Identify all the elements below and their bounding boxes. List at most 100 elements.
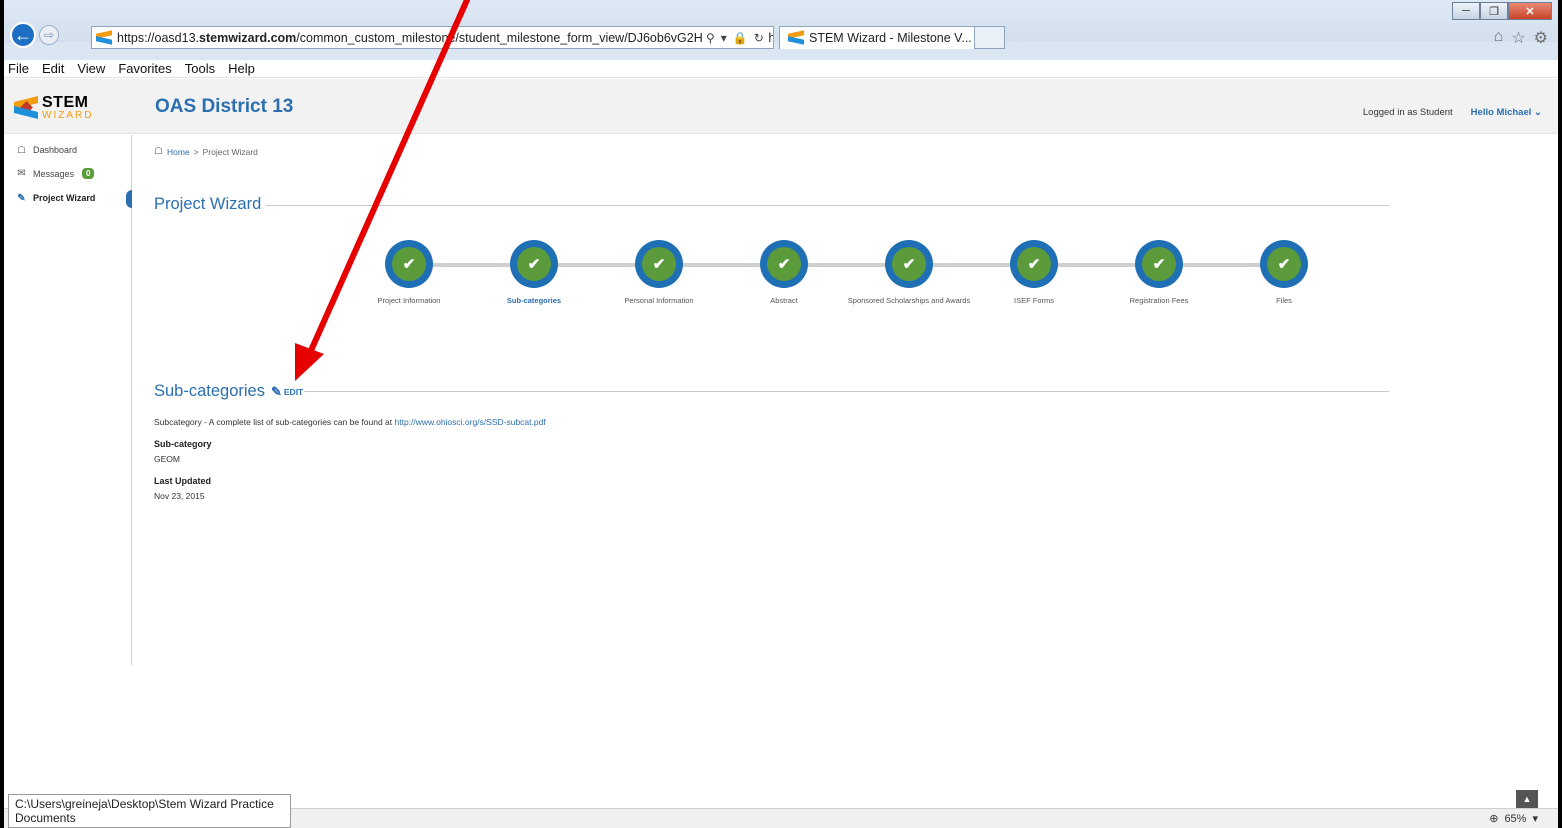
step-label: Files <box>1276 296 1292 305</box>
step-project-information[interactable]: ✔ Project Information <box>344 240 474 306</box>
envelope-icon: ✉ <box>17 168 26 179</box>
section-title-text: Sub-categories <box>154 382 265 400</box>
user-menu[interactable]: Hello Michael ⌄ <box>1471 107 1542 118</box>
step-sub-categories[interactable]: ✔ Sub-categories <box>469 240 599 306</box>
step-sponsored-scholarships[interactable]: ✔ Sponsored Scholarships and Awards <box>844 240 974 306</box>
lock-icon[interactable]: 🔒 <box>733 31 748 45</box>
app-header: STEM WIZARD OAS District 13 Logged in as… <box>4 79 1558 134</box>
sidebar-item-label: Dashboard <box>33 145 78 155</box>
logo-text-bottom: WIZARD <box>42 110 94 121</box>
refresh-icon[interactable]: ↻ <box>754 31 764 45</box>
menu-tools[interactable]: Tools <box>185 61 215 76</box>
message-count-badge: 0 <box>82 168 95 179</box>
restore-button[interactable]: ❐ <box>1480 2 1508 20</box>
page-title: OAS District 13 <box>155 96 294 117</box>
menu-file[interactable]: File <box>8 61 29 76</box>
browser-toolbar-icons: ⌂ ☆ ⚙ <box>1494 28 1548 48</box>
check-icon: ✔ <box>392 247 426 281</box>
close-window-button[interactable]: ✕ <box>1508 2 1552 20</box>
step-label: Project Information <box>377 296 441 305</box>
check-icon: ✔ <box>517 247 551 281</box>
step-isef-forms[interactable]: ✔ ISEF Forms <box>969 240 1099 306</box>
breadcrumb-separator: > <box>193 146 199 157</box>
check-icon: ✔ <box>892 247 926 281</box>
back-arrow-icon: ← <box>14 24 32 45</box>
edit-label: EDIT <box>283 386 304 397</box>
site-favicon-icon <box>96 31 112 45</box>
wizard-title-text: Project Wizard <box>154 195 262 213</box>
user-greeting: Hello Michael <box>1470 107 1532 118</box>
home-icon: ☖ <box>17 144 26 156</box>
step-personal-information[interactable]: ✔ Personal Information <box>594 240 724 306</box>
description-text: Subcategory - A complete list of sub-cat… <box>154 417 395 427</box>
step-label: Sub-categories <box>506 296 562 305</box>
logo-text-top: STEM <box>42 94 89 111</box>
sub-category-description: Subcategory - A complete list of sub-cat… <box>154 417 546 427</box>
address-bar[interactable]: https://oasd13. stemwizard.com/common_cus… <box>91 26 774 49</box>
step-abstract[interactable]: ✔ Abstract <box>719 240 849 306</box>
check-icon: ✔ <box>642 247 676 281</box>
wizard-title-divider <box>266 205 1389 206</box>
menu-edit[interactable]: Edit <box>42 61 64 76</box>
check-icon: ✔ <box>1017 247 1051 281</box>
logo-mark-icon <box>14 97 38 119</box>
home-icon: ☖ <box>154 146 163 157</box>
field-value-sub-category: GEOM <box>154 454 180 464</box>
tab-favicon-icon <box>788 31 804 45</box>
breadcrumb-home-link[interactable]: Home <box>167 147 190 157</box>
window-controls: ─ ❐ ✕ <box>1452 2 1552 20</box>
step-label: Registration Fees <box>1129 296 1189 305</box>
browser-window: ← ⇨ https://oasd13. stemwizard.com/common… <box>4 0 1558 828</box>
sub-categories-heading: Sub-categories ✎ EDIT <box>154 382 303 401</box>
address-actions: ⚲ ▾ 🔒 ↻ <box>702 28 768 48</box>
step-registration-fees[interactable]: ✔ Registration Fees <box>1094 240 1224 306</box>
sidebar-collapse-toggle[interactable] <box>126 190 132 208</box>
wizard-title: Project Wizard <box>154 195 261 214</box>
sidebar: ☖ Dashboard ✉ Messages 0 ✎ Project Wizar… <box>4 135 132 665</box>
dropdown-icon[interactable]: ▾ <box>721 31 727 45</box>
menu-bar: File Edit View Favorites Tools Help <box>4 60 1558 78</box>
step-label: Sponsored Scholarships and Awards <box>847 296 971 305</box>
wizard-stepper: ✔ Project Information ✔ Sub-categories ✔… <box>304 240 1354 330</box>
sidebar-item-label: Project Wizard <box>33 193 96 203</box>
sidebar-item-project-wizard[interactable]: ✎ Project Wizard <box>16 192 96 204</box>
zoom-icon: ⊕ <box>1489 813 1499 825</box>
stem-wizard-logo[interactable]: STEM WIZARD <box>14 92 124 124</box>
subcategory-list-link[interactable]: http://www.ohiosci.org/s/SSD-subcat.pdf <box>395 417 546 427</box>
forward-button[interactable]: ⇨ <box>39 25 59 45</box>
zoom-level: 65% <box>1504 812 1527 825</box>
scroll-to-top-button[interactable]: ▲ <box>1516 790 1538 808</box>
field-value-last-updated: Nov 23, 2015 <box>154 491 205 501</box>
settings-gear-icon[interactable]: ⚙ <box>1534 28 1548 48</box>
menu-favorites[interactable]: Favorites <box>118 61 171 76</box>
menu-view[interactable]: View <box>77 61 105 76</box>
step-label: ISEF Forms <box>1013 296 1054 305</box>
step-files[interactable]: ✔ Files <box>1219 240 1349 306</box>
edit-icon: ✎ <box>270 383 282 399</box>
edit-button[interactable]: ✎ EDIT <box>271 384 303 400</box>
sidebar-item-dashboard[interactable]: ☖ Dashboard <box>16 144 78 156</box>
check-icon: ✔ <box>1267 247 1301 281</box>
edit-icon: ✎ <box>17 192 26 204</box>
forward-arrow-icon: ⇨ <box>43 28 55 42</box>
field-label-sub-category: Sub-category <box>154 439 212 449</box>
back-button[interactable]: ← <box>10 22 36 48</box>
search-icon[interactable]: ⚲ <box>706 31 715 45</box>
url-domain: stemwizard.com <box>199 30 297 45</box>
chevron-down-icon: ▾ <box>1532 813 1538 825</box>
browser-tab[interactable]: STEM Wizard - Milestone V... ✕ <box>779 26 989 49</box>
home-icon[interactable]: ⌂ <box>1494 28 1504 48</box>
favorites-star-icon[interactable]: ☆ <box>1511 28 1525 48</box>
sidebar-item-label: Messages <box>33 168 75 179</box>
step-label: Personal Information <box>624 296 694 305</box>
tab-title: STEM Wizard - Milestone V... <box>809 31 972 45</box>
minimize-button[interactable]: ─ <box>1452 2 1480 20</box>
menu-help[interactable]: Help <box>228 61 255 76</box>
logged-in-label: Logged in as Student <box>1362 107 1453 118</box>
url-prefix: https://oasd13. <box>117 30 200 45</box>
zoom-control[interactable]: ⊕ 65% ▾ <box>1489 812 1538 826</box>
new-tab-button[interactable] <box>975 26 1005 49</box>
chevron-down-icon: ⌄ <box>1534 107 1542 118</box>
chevron-up-icon: ▲ <box>1522 794 1532 804</box>
sidebar-item-messages[interactable]: ✉ Messages 0 <box>16 168 95 179</box>
